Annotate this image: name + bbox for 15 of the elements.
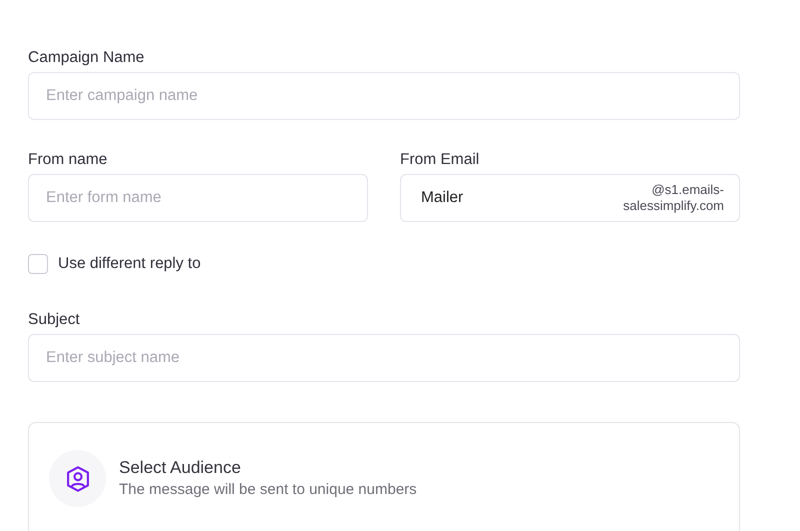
field-label: From name bbox=[28, 151, 108, 169]
from-name-field[interactable]: Enter form name bbox=[28, 174, 368, 222]
field-label: Subject bbox=[28, 311, 81, 329]
email-domain: @s1.emails- salessimplify.com bbox=[623, 182, 724, 214]
checkbox-label: Use different reply to bbox=[58, 255, 201, 273]
email-value: Mailer bbox=[421, 189, 464, 207]
card-description: The message will be sent to unique numbers bbox=[119, 481, 417, 498]
field-label: Campaign Name bbox=[28, 49, 146, 67]
card-title: Select Audience bbox=[119, 458, 242, 478]
field-label: From Email bbox=[400, 151, 480, 169]
campaign-name-field[interactable]: Enter campaign name bbox=[28, 72, 740, 120]
from-email-field[interactable]: Mailer @s1.emails- salessimplify.com bbox=[400, 174, 740, 222]
audience-card[interactable]: Select Audience The message will be sent to unique numbers bbox=[28, 422, 740, 531]
subject-field[interactable]: Enter subject name bbox=[28, 334, 740, 382]
checkbox[interactable] bbox=[28, 254, 48, 274]
